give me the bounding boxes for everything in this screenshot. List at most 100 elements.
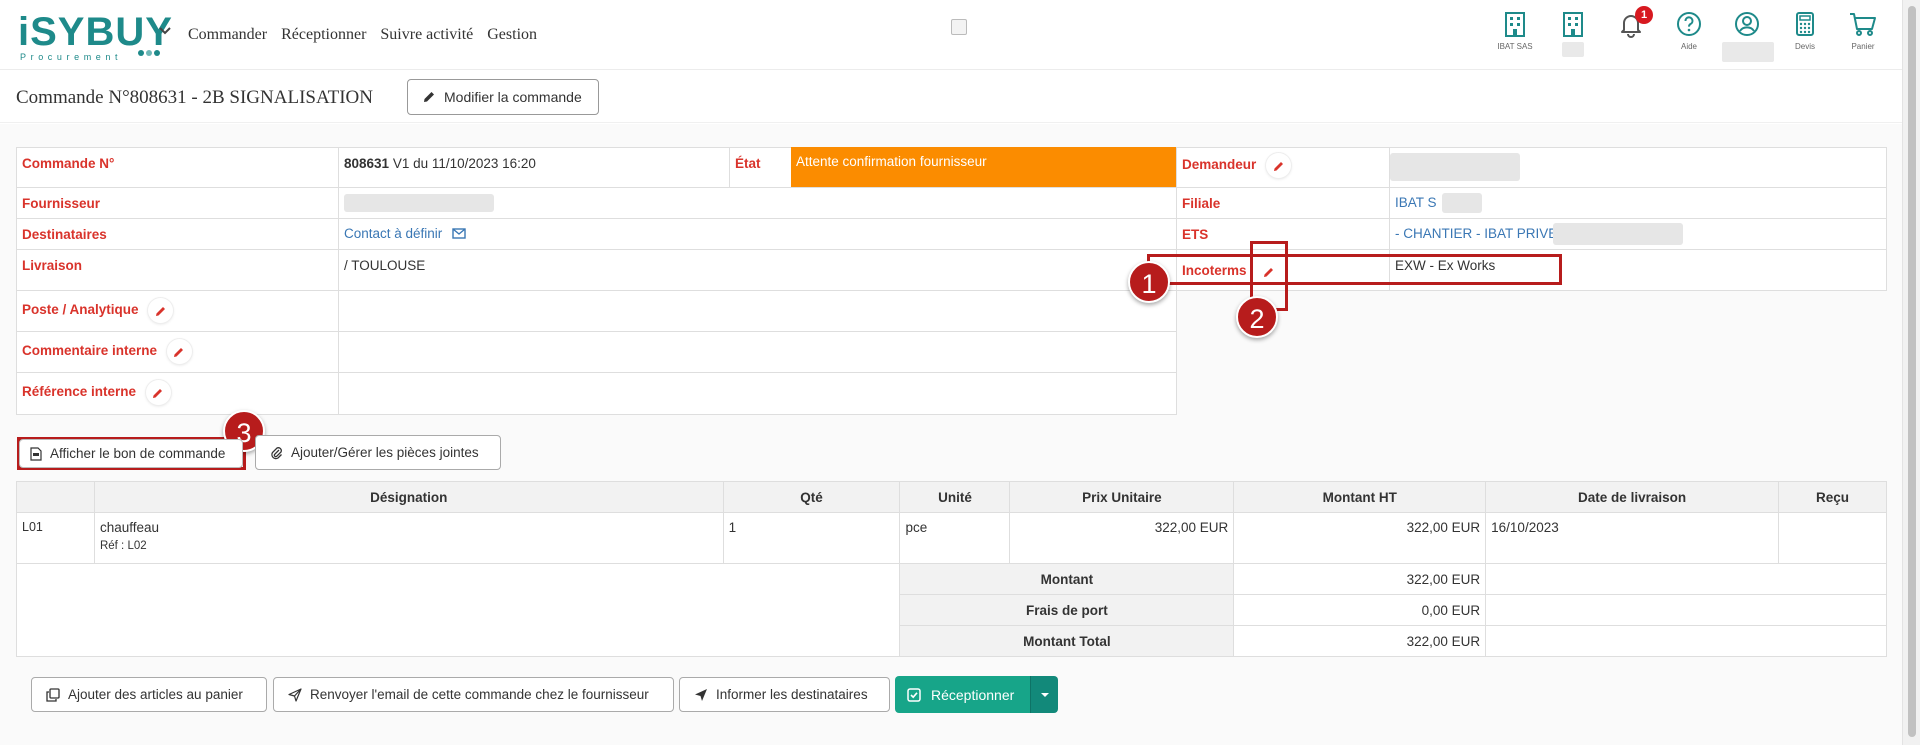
order-version: V1 du 11/10/2023 16:20 (389, 156, 536, 171)
grand-total-value: 322,00 EUR (1233, 625, 1487, 657)
redacted-supplier (344, 194, 494, 212)
table-header-row: Désignation Qté Unité Prix Unitaire Mont… (16, 481, 1887, 513)
recipients-value-cell: Contact à définir (338, 218, 1177, 250)
column-header-qty: Qté (722, 481, 901, 513)
order-lines-table: Désignation Qté Unité Prix Unitaire Mont… (15, 481, 1887, 657)
vertical-scrollbar[interactable] (1902, 0, 1920, 745)
modify-order-button[interactable]: Modifier la commande (407, 79, 599, 115)
top-navbar: iSYBUY Procurement Commander Réceptionne… (0, 0, 1902, 70)
building-icon (1563, 12, 1583, 37)
edit-internal-ref-button[interactable] (145, 380, 171, 405)
annotation-marker-2: 2 (1236, 296, 1278, 338)
ets-value-cell: - CHANTIER - IBAT PRIVE (1389, 218, 1887, 250)
table-row: L01 chauffeau Réf : L02 1 pce 322,00 EUR… (16, 512, 1887, 564)
calculator-icon (1796, 12, 1814, 36)
resend-email-button[interactable]: Renvoyer l'email de cette commande chez … (273, 677, 674, 712)
help-icon (1677, 12, 1701, 36)
help-button[interactable]: Aide (1664, 10, 1714, 51)
logo-subtext: Procurement (20, 52, 123, 62)
delivery-label: Livraison (22, 258, 83, 273)
company-caption: IBAT SAS (1497, 42, 1533, 51)
edit-internal-comment-button[interactable] (166, 339, 192, 364)
supplier-label: Fournisseur (22, 196, 101, 211)
column-header-unit-price: Prix Unitaire (1009, 481, 1235, 513)
internal-ref-value-cell (338, 372, 1177, 415)
receive-button-group: Réceptionner (895, 676, 1059, 713)
annotation-highlight-incoterms (1147, 254, 1562, 285)
envelope-icon[interactable] (452, 228, 466, 239)
pencil-icon (155, 306, 165, 316)
user-icon (1735, 12, 1759, 36)
account-button[interactable] (1722, 10, 1774, 64)
send-icon (695, 688, 707, 701)
attachments-button[interactable]: Ajouter/Gérer les pièces jointes (255, 435, 501, 470)
menu-receptionner[interactable]: Réceptionner (281, 26, 366, 44)
edit-requester-button[interactable] (1266, 153, 1292, 178)
delivery-value-cell: / TOULOUSE (338, 249, 1177, 291)
notify-recipients-button[interactable]: Informer les destinataires (679, 677, 890, 712)
company-switcher[interactable]: IBAT SAS (1490, 10, 1540, 51)
redacted-branch (1442, 193, 1482, 213)
total-label: Montant (899, 563, 1235, 595)
menu-commander[interactable]: Commander (188, 26, 267, 44)
recipients-label-cell: Destinataires (16, 218, 339, 250)
add-to-cart-button[interactable]: Ajouter des articles au panier (31, 677, 267, 712)
pencil-icon (1273, 161, 1283, 171)
line-number: L01 (16, 512, 95, 564)
edit-analytic-button[interactable] (148, 298, 174, 323)
shipping-value: 0,00 EUR (1233, 594, 1487, 626)
show-po-button[interactable]: Afficher le bon de commande (19, 439, 243, 468)
internal-ref-label: Référence interne (22, 384, 137, 400)
state-label-cell: État (729, 147, 792, 188)
resend-email-label: Renvoyer l'email de cette commande chez … (310, 687, 649, 702)
delivery-label-cell: Livraison (16, 249, 339, 291)
order-number-label: Commande N° (22, 156, 115, 171)
state-value: Attente confirmation fournisseur (791, 147, 1176, 187)
cart-button[interactable]: Panier (1838, 10, 1888, 51)
column-header-amount: Montant HT (1233, 481, 1487, 513)
menu-suivre-activite[interactable]: Suivre activité (380, 26, 473, 44)
delivery-value: / TOULOUSE (344, 258, 426, 273)
title-row: Commande N°808631 - 2B SIGNALISATION Mod… (0, 71, 1902, 123)
page-title: Commande N°808631 - 2B SIGNALISATION (16, 87, 373, 108)
unit-price-cell: 322,00 EUR (1009, 512, 1235, 564)
receive-dropdown-toggle[interactable] (1030, 676, 1059, 713)
notifications-button[interactable]: 1 (1606, 6, 1656, 38)
chevron-down-icon[interactable] (158, 24, 172, 38)
column-header-designation: Désignation (93, 481, 724, 513)
supplier-label-cell: Fournisseur (16, 187, 339, 219)
isybuy-logo[interactable]: iSYBUY Procurement (18, 12, 172, 62)
receive-button[interactable]: Réceptionner (895, 676, 1031, 713)
column-header-delivery-date: Date de livraison (1485, 481, 1779, 513)
branch-label: Filiale (1182, 196, 1221, 211)
receive-label: Réceptionner (931, 686, 1015, 703)
main-menu: Commander Réceptionner Suivre activité G… (188, 26, 537, 44)
ets-value[interactable]: - CHANTIER - IBAT PRIVE (1395, 226, 1557, 241)
caret-down-icon (1040, 692, 1049, 697)
branch-value[interactable]: IBAT S (1395, 195, 1437, 210)
broken-image-icon (951, 19, 967, 35)
recipients-label: Destinataires (22, 227, 107, 242)
notify-recipients-label: Informer les destinataires (716, 687, 868, 702)
branch-label-cell: Filiale (1176, 187, 1390, 219)
internal-comment-value-cell (338, 331, 1177, 373)
recipients-link[interactable]: Contact à définir (344, 226, 442, 241)
redacted-caption (1562, 42, 1584, 57)
site-switcher[interactable] (1548, 10, 1598, 59)
header-icons: IBAT SAS 1 Aide Devis Panier (1490, 6, 1890, 62)
order-number: 808631 (344, 156, 390, 171)
analytic-label: Poste / Analytique (22, 302, 139, 318)
quotes-button[interactable]: Devis (1780, 10, 1830, 51)
ets-label: ETS (1182, 227, 1209, 242)
show-po-label: Afficher le bon de commande (50, 446, 226, 461)
shipping-label: Frais de port (899, 594, 1235, 626)
requester-value-cell (1389, 147, 1887, 188)
logo-dot (138, 50, 144, 56)
attachments-label: Ajouter/Gérer les pièces jointes (291, 445, 479, 460)
internal-comment-label: Commentaire interne (22, 343, 158, 359)
redacted-requester (1390, 153, 1520, 181)
add-to-cart-label: Ajouter des articles au panier (68, 687, 243, 702)
scrollbar-thumb[interactable] (1908, 6, 1916, 737)
requester-label: Demandeur (1182, 157, 1257, 173)
menu-gestion[interactable]: Gestion (487, 26, 537, 44)
